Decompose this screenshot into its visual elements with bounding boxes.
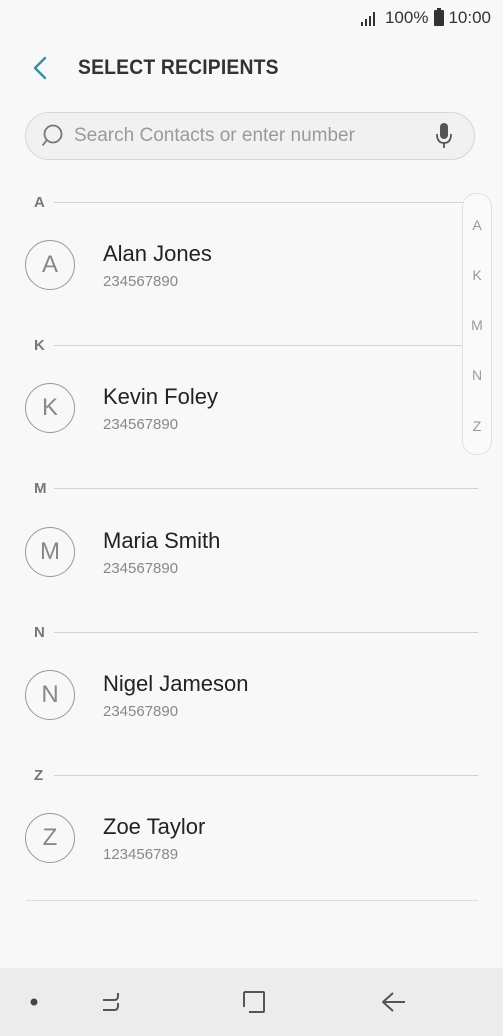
contact-number: 234567890 [103,702,179,720]
back-button[interactable] [20,48,60,88]
contact-item-nigel-jameson[interactable]: N Nigel Jameson 234567890 [0,650,503,740]
alphabet-index-bar[interactable]: A K M N Z [462,193,492,455]
avatar: M [25,527,75,577]
contact-number: 234567890 [103,559,179,577]
section-letter: N [34,623,45,641]
contact-item-maria-smith[interactable]: M Maria Smith 234567890 [0,507,503,597]
contact-item-zoe-taylor[interactable]: Z Zoe Taylor 123456789 [0,793,503,883]
contact-item-kevin-foley[interactable]: K Kevin Foley 234567890 [0,363,503,453]
search-input[interactable] [72,124,426,148]
contact-number: 234567890 [103,415,179,433]
nav-back-button[interactable] [366,968,422,1036]
contact-number: 234567890 [103,272,179,290]
section-header-a: A [0,192,503,212]
back-arrow-icon [382,992,405,1012]
section-header-m: M [0,478,503,498]
battery-percent: 100% [384,8,429,27]
dot-icon [30,998,38,1006]
search-icon [40,121,70,151]
avatar: N [25,670,75,720]
microphone-button[interactable] [426,118,462,154]
contact-number: 123456789 [103,845,179,863]
system-nav-bar [0,968,503,1036]
contact-item-alan-jones[interactable]: A Alan Jones 234567890 [0,220,503,310]
index-letter-m[interactable]: M [463,317,491,333]
page-title: SELECT RECIPIENTS [78,56,279,79]
list-end-divider [26,900,478,901]
nav-home-button[interactable] [226,968,282,1036]
section-divider [54,201,464,203]
status-time: 10:00 [448,8,491,27]
index-letter-n[interactable]: N [463,367,491,383]
recents-icon [103,993,119,1011]
contact-name: Alan Jones [103,240,212,266]
contact-name: Kevin Foley [103,383,218,409]
signal-icon [360,12,375,26]
avatar: Z [25,813,75,863]
section-divider [54,631,478,633]
home-icon [243,991,265,1013]
microphone-icon [436,123,452,148]
section-letter: A [34,193,45,211]
avatar: A [25,240,75,290]
battery-icon [434,8,445,26]
section-letter: M [34,479,47,497]
section-header-n: N [0,622,503,642]
nav-recents-button[interactable] [86,968,142,1036]
section-letter: K [34,336,45,354]
back-icon [33,56,47,80]
app-header: SELECT RECIPIENTS [0,48,503,88]
index-letter-a[interactable]: A [463,217,491,233]
section-header-k: K [0,335,503,355]
avatar: K [25,383,75,433]
section-letter: Z [34,766,44,784]
section-divider [54,774,478,776]
contact-name: Nigel Jameson [103,670,249,696]
contact-name: Maria Smith [103,527,221,553]
section-divider [54,344,464,346]
section-header-z: Z [0,765,503,785]
contact-name: Zoe Taylor [103,813,206,839]
status-bar: 100% 10:00 [0,0,503,36]
section-divider [54,487,478,489]
index-letter-z[interactable]: Z [463,418,491,434]
nav-dot-button[interactable] [6,968,62,1036]
index-letter-k[interactable]: K [463,267,491,283]
search-bar[interactable] [25,112,475,160]
